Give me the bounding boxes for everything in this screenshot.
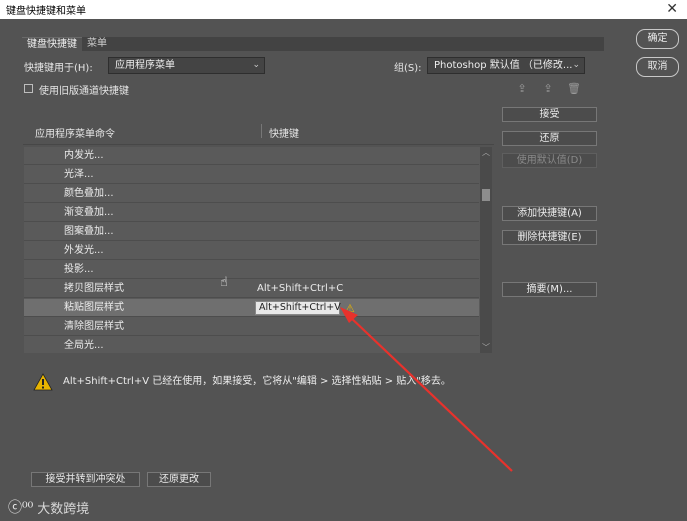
- table-row[interactable]: 图案叠加...: [24, 223, 479, 241]
- save-set-icon[interactable]: ⇪: [515, 82, 529, 96]
- tab-keyboard-shortcuts[interactable]: 键盘快捷键: [22, 37, 82, 51]
- command-name: 图案叠加...: [64, 226, 114, 237]
- command-list[interactable]: 内发光... 光泽... 颜色叠加... 渐变叠加... 图案叠加... 外发光…: [24, 147, 492, 353]
- command-name: 全局光...: [64, 340, 104, 351]
- tab-strip: [110, 37, 604, 51]
- table-header: 应用程序菜单命令 快捷键: [23, 119, 494, 145]
- summary-button[interactable]: 摘要(M)...: [502, 282, 597, 297]
- trash-icon[interactable]: 🗑: [567, 82, 581, 96]
- column-divider: [261, 124, 262, 138]
- group-select[interactable]: Photoshop 默认值 （已修改... ⌄: [427, 57, 585, 74]
- accept-go-to-conflict-button[interactable]: 接受并转到冲突处: [31, 472, 140, 487]
- command-name: 颜色叠加...: [64, 188, 114, 199]
- column-header-shortcut: 快捷键: [269, 129, 299, 140]
- legacy-channel-label: 使用旧版通道快捷键: [39, 86, 129, 97]
- delete-shortcut-button[interactable]: 删除快捷键(E): [502, 230, 597, 245]
- shortcut-edit-field[interactable]: Alt+Shift+Ctrl+V: [255, 301, 341, 315]
- add-shortcut-button[interactable]: 添加快捷键(A): [502, 206, 597, 221]
- tab-menus[interactable]: 菜单: [82, 37, 112, 51]
- watermark: ⓒ⁰⁰ 大数跨境: [8, 497, 89, 517]
- cancel-button[interactable]: 取消: [636, 57, 679, 77]
- use-default-button[interactable]: 使用默认值(D): [502, 153, 597, 168]
- table-row[interactable]: 全局光...: [24, 337, 479, 353]
- window-titlebar: 键盘快捷键和菜单 ✕: [0, 0, 687, 19]
- ok-button[interactable]: 确定: [636, 29, 679, 49]
- watermark-text: 大数跨境: [37, 501, 90, 517]
- chevron-down-icon: ⌄: [572, 60, 580, 70]
- accept-button[interactable]: 接受: [502, 107, 597, 122]
- new-set-icon[interactable]: ⇪: [541, 82, 555, 96]
- command-name: 粘贴图层样式: [64, 302, 124, 313]
- table-row[interactable]: 颜色叠加...: [24, 185, 479, 203]
- watermark-logo: ⓒ⁰⁰: [8, 500, 34, 516]
- undo-button[interactable]: 还原: [502, 131, 597, 146]
- table-row-selected[interactable]: 粘贴图层样式 Alt+Shift+Ctrl+V ⚠: [24, 299, 479, 317]
- shortcuts-for-label: 快捷键用于(H):: [24, 63, 93, 74]
- chevron-down-icon: ⌄: [252, 60, 260, 70]
- command-shortcut: Alt+Shift+Ctrl+C: [257, 283, 344, 294]
- tab-bar: 键盘快捷键 菜单: [22, 37, 112, 51]
- table-row[interactable]: 投影...: [24, 261, 479, 279]
- command-name: 外发光...: [64, 245, 104, 256]
- group-value: Photoshop 默认值 （已修改...: [434, 60, 573, 71]
- legacy-channel-checkbox[interactable]: [24, 84, 33, 93]
- command-name: 清除图层样式: [64, 321, 124, 332]
- window-title: 键盘快捷键和菜单: [6, 6, 86, 17]
- command-name: 拷贝图层样式: [64, 283, 124, 294]
- shortcuts-for-value: 应用程序菜单: [115, 60, 175, 71]
- chevron-down-icon[interactable]: ﹀: [480, 342, 492, 353]
- command-name: 投影...: [64, 264, 94, 275]
- shortcuts-for-select[interactable]: 应用程序菜单 ⌄: [108, 57, 265, 74]
- table-row[interactable]: 外发光...: [24, 242, 479, 260]
- scrollbar-thumb[interactable]: [482, 189, 490, 201]
- table-row[interactable]: 拷贝图层样式 Alt+Shift+Ctrl+C: [24, 280, 479, 298]
- warning-icon: [33, 373, 53, 391]
- command-name: 渐变叠加...: [64, 207, 114, 218]
- conflict-message: Alt+Shift+Ctrl+V 已经在使用，如果接受，它将从"编辑 > 选择性…: [63, 376, 451, 387]
- group-label: 组(S):: [394, 63, 422, 74]
- keyboard-shortcuts-dialog: 键盘快捷键 菜单 快捷键用于(H): 应用程序菜单 ⌄ 组(S): Photos…: [0, 19, 687, 521]
- mouse-cursor-icon: ☝: [220, 275, 228, 290]
- chevron-up-icon[interactable]: ︿: [480, 147, 492, 158]
- warning-icon: ⚠: [345, 302, 355, 315]
- table-row[interactable]: 清除图层样式: [24, 318, 479, 336]
- table-row[interactable]: 内发光...: [24, 147, 479, 165]
- column-header-command: 应用程序菜单命令: [35, 129, 115, 140]
- close-icon[interactable]: ✕: [666, 0, 678, 19]
- undo-changes-button[interactable]: 还原更改: [147, 472, 211, 487]
- table-row[interactable]: 渐变叠加...: [24, 204, 479, 222]
- list-scrollbar[interactable]: ︿ ﹀: [480, 147, 492, 353]
- command-name: 内发光...: [64, 150, 104, 161]
- command-name: 光泽...: [64, 169, 94, 180]
- table-row[interactable]: 光泽...: [24, 166, 479, 184]
